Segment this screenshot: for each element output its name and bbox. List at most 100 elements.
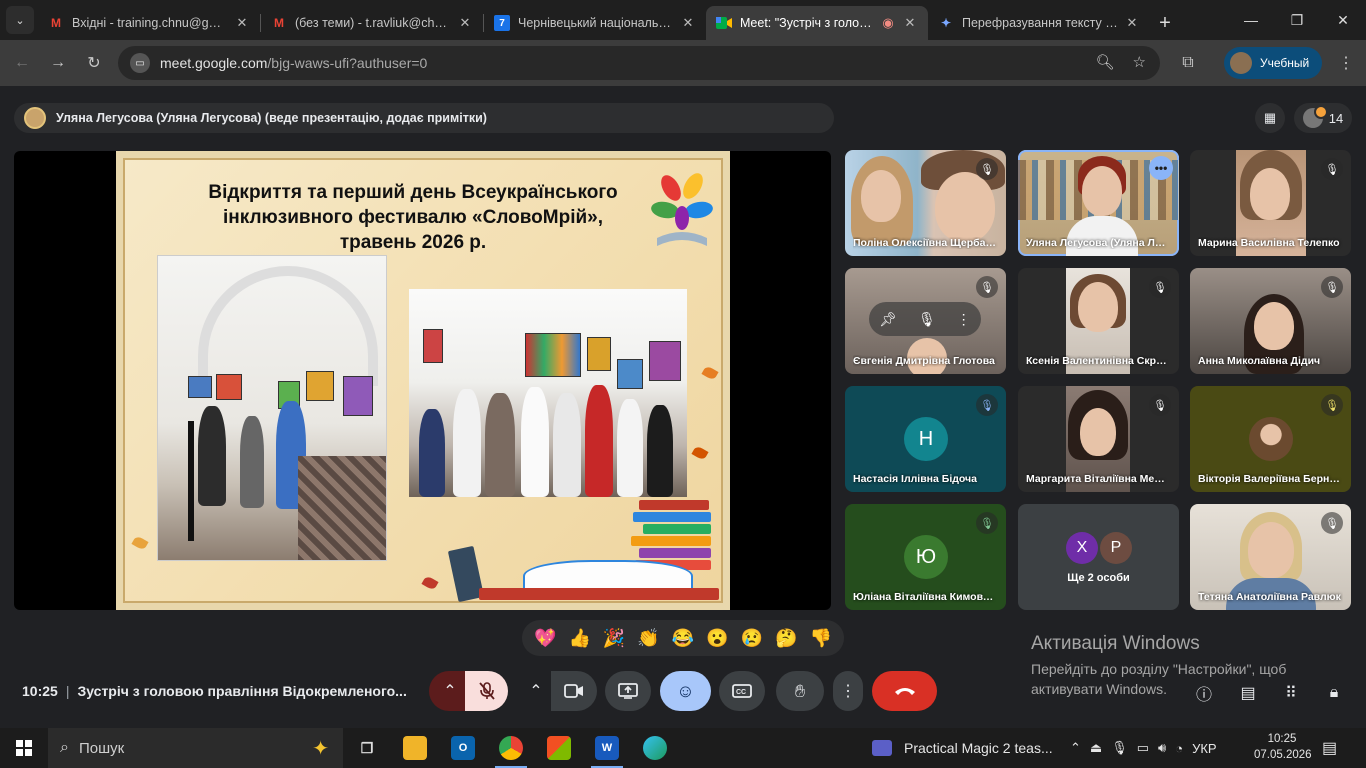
word-button[interactable]: W [583, 728, 631, 768]
taskbar-search[interactable]: ⌕ Пошук ✦ [48, 728, 343, 768]
raise-hand-button[interactable]: ✋︎ [776, 671, 824, 711]
reload-button[interactable]: ↻ [76, 45, 112, 81]
participants-button[interactable]: 14 [1294, 103, 1352, 133]
reaction-thumbs-up[interactable]: 👍 [568, 628, 590, 649]
reaction-surprised[interactable]: 😮 [706, 628, 728, 649]
bookmark-star-icon[interactable]: ☆ [1133, 53, 1146, 71]
reaction-thinking[interactable]: 🤔 [775, 628, 797, 649]
more-participants-tile[interactable]: Х Р Ще 2 особи [1018, 504, 1179, 610]
mic-off-icon: 🎙︎ [976, 394, 998, 416]
microsoft-store-button[interactable] [535, 728, 583, 768]
edge-button[interactable] [631, 728, 679, 768]
usb-icon[interactable]: ⏏ [1090, 740, 1102, 756]
participant-name: Тетяна Анатоліївна Равлюк [1198, 591, 1341, 603]
close-icon[interactable]: ✕ [1124, 15, 1140, 31]
present-screen-button[interactable] [605, 671, 651, 711]
system-clock[interactable]: 10:25 07.05.2026 [1254, 731, 1312, 763]
mic-off-icon: 🎙︎ [1321, 276, 1343, 298]
close-icon[interactable]: ✕ [902, 15, 918, 31]
participant-tile[interactable]: 🎙︎ Ксенія Валентинівна Скрипник [1018, 268, 1179, 374]
captions-button[interactable]: CC [719, 671, 765, 711]
more-options-icon[interactable]: ⋮ [957, 311, 971, 328]
reaction-clap[interactable]: 👏 [637, 628, 659, 649]
participant-tile[interactable]: 🎙︎ Тетяна Анатоліївна Равлюк [1190, 504, 1351, 610]
address-bar[interactable]: ▭ meet.google.com/bjg-waws-ufi?authuser=… [118, 46, 1160, 80]
host-controls-icon[interactable]: 🔒︎ [1322, 681, 1346, 705]
language-indicator[interactable]: УКР [1192, 741, 1217, 756]
close-icon[interactable]: ✕ [457, 15, 473, 31]
hide-tiles-button[interactable]: ▦ [1255, 103, 1285, 133]
mute-icon[interactable]: 🎙︎ [918, 311, 936, 328]
tab-title: (без теми) - t.ravliuk@chnu.edu.ua [295, 16, 451, 30]
zoom-icon[interactable]: 🔍︎ [1096, 53, 1115, 71]
site-info-icon[interactable]: ▭ [130, 53, 150, 73]
leave-call-button[interactable] [872, 671, 937, 711]
mic-off-icon: 🎙︎ [1149, 394, 1171, 416]
participant-tile[interactable]: ••• Уляна Легусова (Уляна Легусова) [1018, 150, 1179, 256]
close-icon[interactable]: ✕ [234, 15, 250, 31]
toggle-camera-button[interactable] [551, 671, 597, 711]
minimize-window-button[interactable]: — [1228, 0, 1274, 40]
participant-tile[interactable]: 🎙︎ Маргарита Віталіївна Мельник [1018, 386, 1179, 492]
participant-tile[interactable]: 🎙︎ Вікторія Валеріївна Бернацька [1190, 386, 1351, 492]
chrome-icon [499, 736, 523, 760]
reaction-heart[interactable]: 💖 [534, 628, 556, 649]
tab-search-button[interactable]: ⌄ [6, 6, 34, 34]
tab-university[interactable]: 7 Чернівецький національний університет … [484, 6, 706, 40]
hang-up-icon [894, 688, 915, 695]
send-reaction-button[interactable]: ☺ [660, 671, 711, 711]
meeting-title[interactable]: Зустріч з головою правління Відокремлено… [77, 683, 406, 699]
notifications-icon[interactable]: ▤ [1322, 738, 1337, 758]
start-button[interactable] [0, 728, 48, 768]
media-widget[interactable]: Practical Magic 2 teas... [872, 728, 1053, 768]
participant-tile[interactable]: 🎙︎ Марина Василівна Телепко [1190, 150, 1351, 256]
participant-tile[interactable]: Н 🎙︎ Настасія Іллівна Бідоча [845, 386, 1006, 492]
maximize-window-button[interactable]: ❐ [1274, 0, 1320, 40]
edge-icon [643, 736, 667, 760]
reaction-laugh[interactable]: 😂 [672, 628, 694, 649]
clock-date: 07.05.2026 [1254, 749, 1312, 761]
close-window-button[interactable]: ✕ [1320, 0, 1366, 40]
activities-icon[interactable]: ⠿ [1279, 681, 1303, 705]
word-icon: W [595, 736, 619, 760]
gmail-icon: M [274, 16, 284, 30]
participant-tile[interactable]: 📌︎ 🎙︎ ⋮ 🎙︎ Євгенія Дмитрівна Глотова [845, 268, 1006, 374]
autumn-leaf [691, 445, 709, 461]
participant-initial: Ю [904, 535, 948, 579]
more-options-button[interactable]: ⋮ [833, 671, 863, 711]
new-tab-button[interactable]: + [1150, 6, 1180, 40]
media-app-icon [872, 740, 892, 756]
close-icon[interactable]: ✕ [680, 15, 696, 31]
reaction-party[interactable]: 🎉 [603, 628, 625, 649]
chat-icon[interactable]: ▤ [1236, 681, 1260, 705]
video-options-button[interactable]: ⌃ [521, 671, 551, 711]
reaction-sad[interactable]: 😢 [741, 628, 763, 649]
tab-gemini[interactable]: ✦ Перефразування тексту про ✕ [928, 6, 1150, 40]
back-button[interactable]: ← [4, 45, 40, 81]
microphone-icon[interactable]: 🎙︎ [1111, 740, 1128, 756]
profile-button[interactable]: Учебный [1224, 47, 1322, 79]
volume-icon[interactable]: 🔊︎ [1158, 740, 1166, 756]
task-view-icon: ❒ [360, 739, 374, 756]
menu-kebab-icon[interactable]: ⋮ [1328, 45, 1364, 81]
reaction-thumbs-down[interactable]: 👎 [810, 628, 832, 649]
more-options-icon[interactable]: ••• [1149, 156, 1173, 180]
extensions-icon[interactable]: ⧉ [1170, 45, 1206, 81]
tab-gmail-inbox[interactable]: M Вхідні - training.chnu@gmail.com ✕ [38, 6, 260, 40]
chevron-up-icon[interactable]: ⌃ [1070, 740, 1081, 756]
participant-tile[interactable]: 🎙︎ Анна Миколаївна Дідич [1190, 268, 1351, 374]
forward-button[interactable]: → [40, 45, 76, 81]
battery-icon[interactable]: ▭ [1137, 740, 1149, 756]
pin-icon[interactable]: 📌︎ [879, 311, 897, 328]
outlook-button[interactable]: O [439, 728, 487, 768]
participant-tile[interactable]: Ю 🎙︎ Юліана Віталіївна Кимовська [845, 504, 1006, 610]
tab-meet[interactable]: Meet: "Зустріч з головою правління" ◉ ✕ [706, 6, 928, 40]
participant-tile[interactable]: 🎙︎ Поліна Олексіївна Щербанюк [845, 150, 1006, 256]
meeting-details-icon[interactable]: ⓘ [1192, 681, 1216, 705]
task-view-button[interactable]: ❒ [343, 728, 391, 768]
wifi-icon[interactable]: ◔ [1175, 741, 1183, 756]
toggle-mic-button[interactable] [465, 671, 508, 711]
tab-gmail-no-subject[interactable]: M (без теми) - t.ravliuk@chnu.edu.ua ✕ [261, 6, 483, 40]
file-explorer-button[interactable] [391, 728, 439, 768]
chrome-button[interactable] [487, 728, 535, 768]
